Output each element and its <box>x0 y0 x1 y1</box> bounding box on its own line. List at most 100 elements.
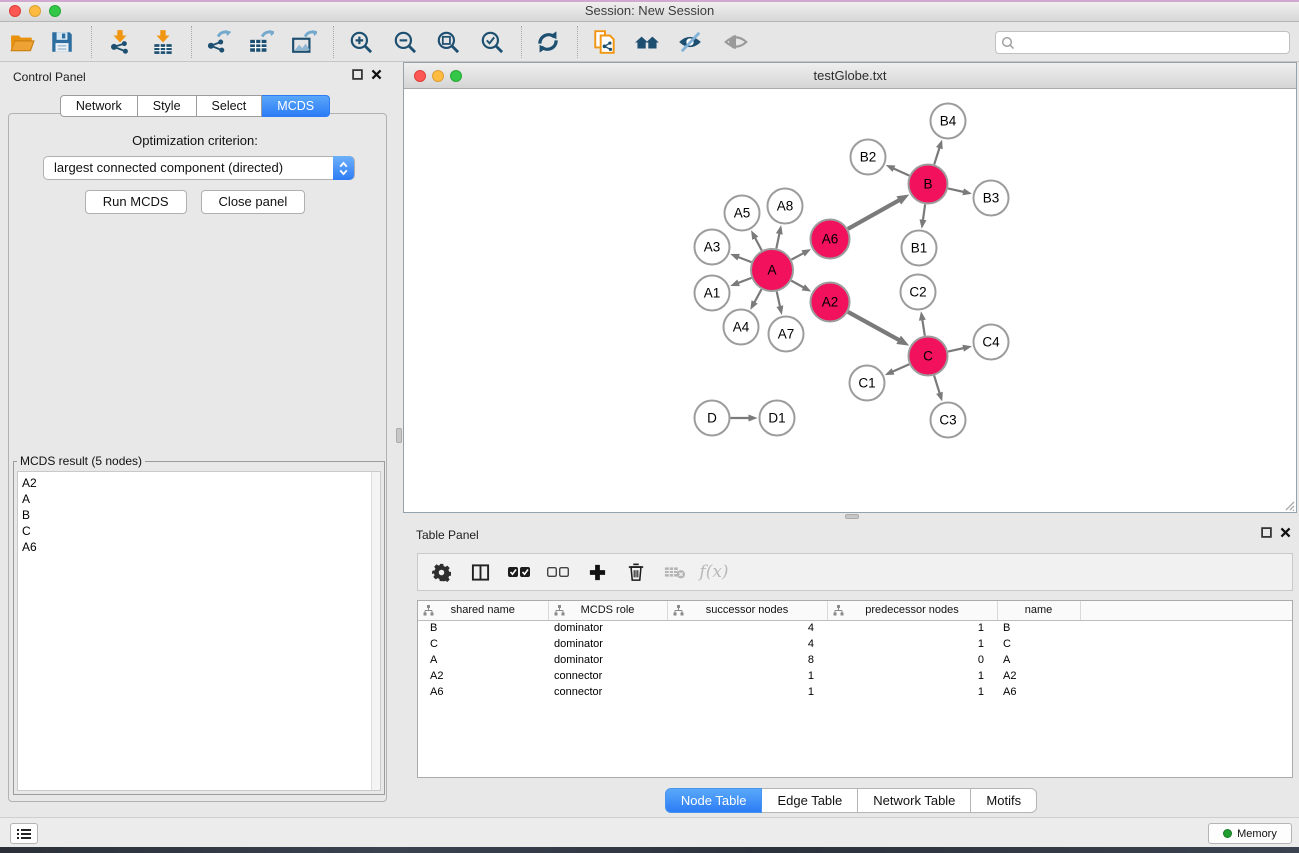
deselect-all-columns-icon[interactable] <box>547 561 569 583</box>
table-cell[interactable]: C <box>418 636 548 652</box>
graph-node-C3[interactable]: C3 <box>931 403 966 438</box>
search-input[interactable] <box>1015 34 1289 52</box>
table-cell[interactable] <box>1080 668 1292 684</box>
graph-edge-A2-C[interactable] <box>848 312 900 341</box>
graph-node-A5[interactable]: A5 <box>725 196 760 231</box>
table-row[interactable]: A2connector11A2 <box>418 668 1292 684</box>
table-row[interactable]: Adominator80A <box>418 652 1292 668</box>
graph-edge-B-B4[interactable] <box>934 146 940 164</box>
table-cell[interactable]: A6 <box>997 684 1080 700</box>
delete-table-icon[interactable] <box>664 561 686 583</box>
graph-node-B[interactable]: B <box>909 165 948 204</box>
mcds-result-item[interactable]: A6 <box>22 539 380 555</box>
settings-icon[interactable] <box>430 561 452 583</box>
export-table-icon[interactable] <box>247 28 275 56</box>
show-graphics-details-icon[interactable] <box>722 28 750 56</box>
table-row[interactable]: Cdominator41C <box>418 636 1292 652</box>
tab-motifs[interactable]: Motifs <box>971 788 1037 813</box>
graph-edge-A-A8[interactable] <box>776 232 779 248</box>
table-cell[interactable]: 1 <box>827 636 997 652</box>
graph-node-B3[interactable]: B3 <box>974 181 1009 216</box>
graph-node-B1[interactable]: B1 <box>902 231 937 266</box>
copy-network-view-icon[interactable] <box>591 28 619 56</box>
graph-node-A3[interactable]: A3 <box>695 230 730 265</box>
graph-edge-C-C1[interactable] <box>891 364 909 372</box>
column-header-successor-nodes[interactable]: successor nodes <box>667 601 827 620</box>
table-cell[interactable]: A2 <box>997 668 1080 684</box>
desktop-vertical-scrollbar-thumb[interactable] <box>396 428 402 443</box>
graph-node-A8[interactable]: A8 <box>768 189 803 224</box>
save-session-icon[interactable] <box>48 28 76 56</box>
graph-node-A7[interactable]: A7 <box>769 317 804 352</box>
graph-node-C1[interactable]: C1 <box>850 366 885 401</box>
optimization-criterion-select[interactable]: largest connected component (directed) <box>43 156 355 180</box>
float-panel-icon[interactable] <box>352 69 363 80</box>
column-header-predecessor-nodes[interactable]: predecessor nodes <box>827 601 997 620</box>
mcds-result-item[interactable]: A <box>22 491 380 507</box>
graph-node-D1[interactable]: D1 <box>760 401 795 436</box>
mcds-result-item[interactable]: B <box>22 507 380 523</box>
table-cell[interactable]: B <box>997 620 1080 636</box>
table-row[interactable]: Bdominator41B <box>418 620 1292 636</box>
select-all-columns-icon[interactable] <box>508 561 530 583</box>
hide-graphics-details-icon[interactable] <box>676 28 704 56</box>
export-network-icon[interactable] <box>204 28 232 56</box>
graph-edge-C-C3[interactable] <box>934 376 940 395</box>
column-header-name[interactable]: name <box>997 601 1080 620</box>
graph-node-A2[interactable]: A2 <box>811 283 850 322</box>
graph-node-B4[interactable]: B4 <box>931 104 966 139</box>
graph-node-D[interactable]: D <box>695 401 730 436</box>
zoom-in-icon[interactable] <box>347 28 375 56</box>
table-cell[interactable]: dominator <box>548 636 667 652</box>
network-canvas[interactable]: B4B2BB3B1A5A8A3A6AA1C2A4A7A2CC4C1C3DD1 <box>404 89 1296 512</box>
table-cell[interactable]: 1 <box>667 668 827 684</box>
graph-edge-A-A4[interactable] <box>754 289 762 303</box>
graph-edge-A-A3[interactable] <box>737 256 752 262</box>
tab-edge-table[interactable]: Edge Table <box>762 788 858 813</box>
refresh-network-icon[interactable] <box>534 28 562 56</box>
search-box[interactable] <box>995 31 1290 54</box>
graph-edge-B-B1[interactable] <box>923 204 925 221</box>
mcds-result-item[interactable]: A2 <box>22 475 380 491</box>
graph-node-C[interactable]: C <box>909 337 948 376</box>
table-cell[interactable]: connector <box>548 668 667 684</box>
network-window-titlebar[interactable]: testGlobe.txt <box>404 63 1296 89</box>
mcds-result-scrollbar[interactable] <box>371 472 380 790</box>
close-panel-icon[interactable] <box>371 69 382 80</box>
tab-select[interactable]: Select <box>197 95 263 117</box>
column-header-MCDS-role[interactable]: MCDS role <box>548 601 667 620</box>
graph-node-A[interactable]: A <box>751 249 793 291</box>
table-cell[interactable]: 1 <box>827 620 997 636</box>
graph-edge-B-B3[interactable] <box>948 188 965 192</box>
export-image-icon[interactable] <box>290 28 318 56</box>
table-cell[interactable]: A6 <box>418 684 548 700</box>
graph-node-A1[interactable]: A1 <box>695 276 730 311</box>
graph-node-C4[interactable]: C4 <box>974 325 1009 360</box>
table-cell[interactable] <box>1080 620 1292 636</box>
add-column-icon[interactable] <box>586 561 608 583</box>
memory-button[interactable]: Memory <box>1208 823 1292 844</box>
tab-node-table[interactable]: Node Table <box>665 788 763 813</box>
table-cell[interactable]: 4 <box>667 620 827 636</box>
mcds-result-item[interactable]: C <box>22 523 380 539</box>
table-cell[interactable]: connector <box>548 684 667 700</box>
graph-edge-C-C4[interactable] <box>948 348 965 352</box>
table-cell[interactable]: A <box>997 652 1080 668</box>
table-cell[interactable]: 1 <box>667 684 827 700</box>
table-row[interactable]: A6connector11A6 <box>418 684 1292 700</box>
graph-edge-A-A5[interactable] <box>754 236 761 250</box>
task-history-button[interactable] <box>10 823 38 844</box>
import-network-icon[interactable] <box>106 28 134 56</box>
graph-edge-A-A7[interactable] <box>777 291 781 308</box>
show-all-networks-icon[interactable] <box>633 28 661 56</box>
import-table-icon[interactable] <box>149 28 177 56</box>
graph-edge-B-B2[interactable] <box>892 168 909 176</box>
run-mcds-button[interactable]: Run MCDS <box>85 190 187 214</box>
desktop-horizontal-scrollbar-thumb[interactable] <box>845 514 859 519</box>
zoom-out-icon[interactable] <box>391 28 419 56</box>
table-cell[interactable]: 4 <box>667 636 827 652</box>
toggle-column-view-icon[interactable] <box>469 561 491 583</box>
graph-edge-C-C2[interactable] <box>922 318 925 336</box>
graph-node-A6[interactable]: A6 <box>811 220 850 259</box>
table-cell[interactable] <box>1080 652 1292 668</box>
